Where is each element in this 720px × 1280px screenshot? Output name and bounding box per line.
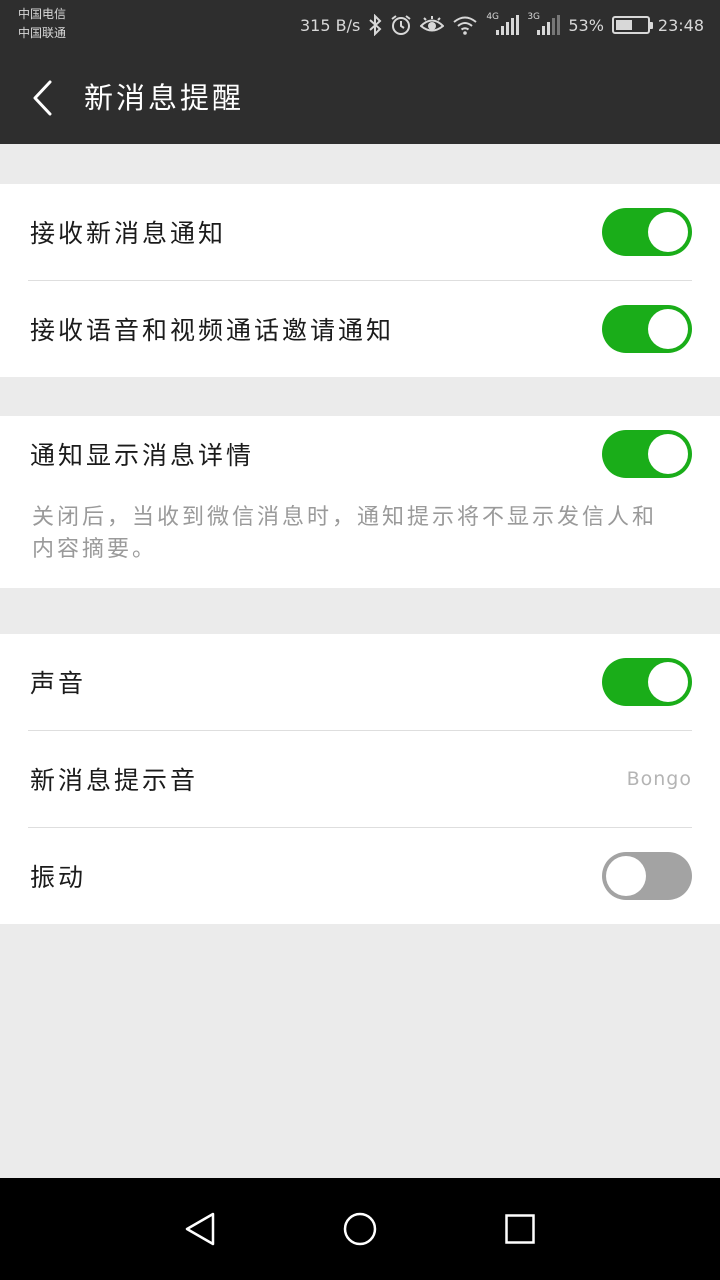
title-bar: 新消息提醒: [0, 52, 720, 144]
sound-row: 声音: [0, 634, 720, 730]
ringtone-label: 新消息提示音: [30, 766, 199, 795]
status-indicators: 315 B/s 4G 3G 53% 23:48: [300, 12, 704, 38]
receive-new-message-row: 接收新消息通知: [0, 184, 720, 280]
vibrate-toggle[interactable]: [602, 852, 692, 900]
receive-call-invite-row: 接收语音和视频通话邀请通知: [0, 281, 720, 377]
toggle-knob: [648, 212, 688, 252]
show-details-row: 通知显示消息详情: [0, 416, 720, 492]
battery-icon: [611, 16, 653, 34]
sound-toggle[interactable]: [602, 658, 692, 706]
details-settings-group: 通知显示消息详情 关闭后，当收到微信消息时，通知提示将不显示发信人和内容摘要。: [0, 416, 720, 588]
status-bar: 中国电信 中国联通 315 B/s 4G 3G 53% 23:48: [0, 0, 720, 52]
wifi-icon: [452, 15, 478, 35]
carrier-2: 中国联通: [18, 26, 67, 40]
eye-icon: [420, 15, 445, 35]
notification-settings-group: 接收新消息通知 接收语音和视频通话邀请通知: [0, 184, 720, 377]
alarm-icon: [390, 14, 412, 36]
show-details-label: 通知显示消息详情: [30, 441, 255, 470]
toggle-knob: [648, 434, 688, 474]
nav-recents-button[interactable]: [490, 1199, 550, 1259]
receive-call-invite-label: 接收语音和视频通话邀请通知: [30, 316, 395, 345]
receive-new-message-toggle[interactable]: [602, 208, 692, 256]
carrier-names: 中国电信 中国联通: [18, 5, 66, 43]
sound-settings-group: 声音 新消息提示音 Bongo 振动: [0, 634, 720, 924]
receive-new-message-label: 接收新消息通知: [30, 219, 227, 248]
show-details-toggle[interactable]: [602, 430, 692, 478]
ringtone-row[interactable]: 新消息提示音 Bongo: [0, 731, 720, 827]
signal-icon: 4G: [486, 12, 520, 35]
toggle-knob: [648, 309, 688, 349]
recents-square-icon: [505, 1214, 535, 1244]
ringtone-value: Bongo: [626, 768, 692, 790]
signal-icon: 3G: [527, 12, 561, 35]
page-title: 新消息提醒: [84, 81, 245, 115]
battery-percent: 53%: [568, 15, 604, 35]
vibrate-label: 振动: [30, 863, 87, 892]
back-button[interactable]: [18, 74, 66, 122]
toggle-knob: [648, 662, 688, 702]
nav-home-button[interactable]: [330, 1199, 390, 1259]
chevron-left-icon: [33, 80, 52, 116]
toggle-knob: [606, 856, 646, 896]
vibrate-row: 振动: [0, 828, 720, 924]
nav-back-button[interactable]: [170, 1199, 230, 1259]
net-speed: 315 B/s: [300, 15, 361, 35]
show-details-description: 关闭后，当收到微信消息时，通知提示将不显示发信人和内容摘要。: [32, 505, 658, 562]
bluetooth-icon: [368, 14, 382, 36]
battery-fill: [615, 20, 632, 30]
navigation-bar: [0, 1178, 720, 1280]
back-triangle-icon: [185, 1212, 215, 1246]
receive-call-invite-toggle[interactable]: [602, 305, 692, 353]
sound-label: 声音: [30, 669, 87, 698]
clock: 23:48: [657, 15, 704, 35]
carrier-1: 中国电信: [18, 7, 67, 21]
home-circle-icon: [343, 1212, 377, 1246]
